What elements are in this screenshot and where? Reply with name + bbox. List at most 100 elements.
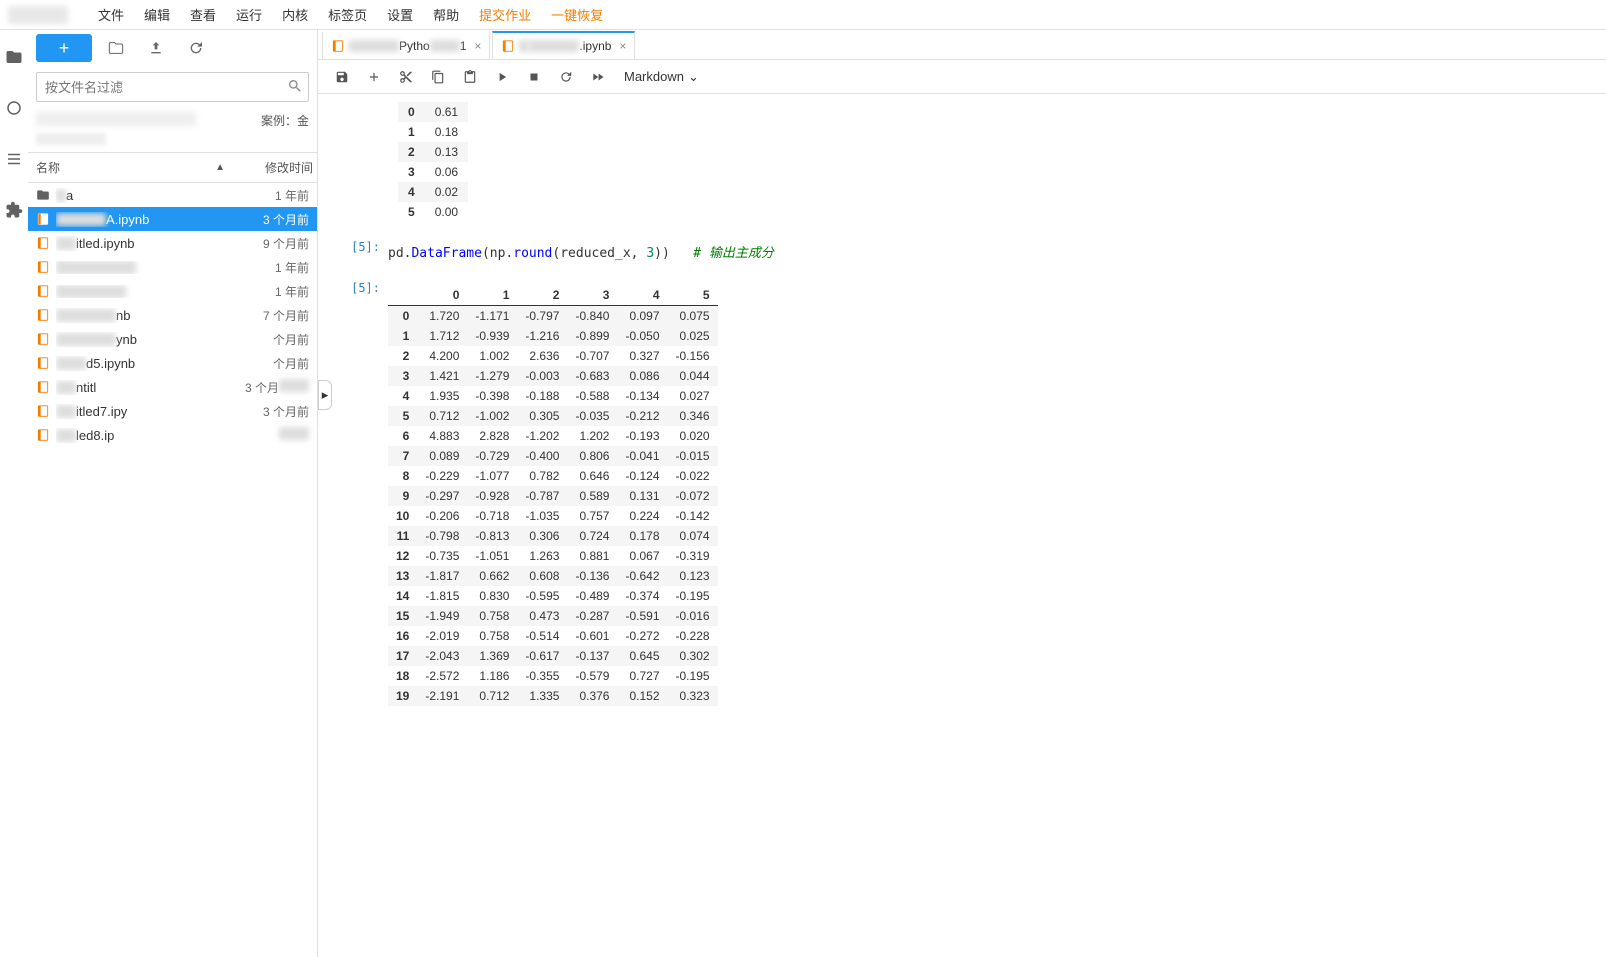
file-name: a	[56, 188, 239, 203]
add-cell-icon[interactable]	[360, 63, 388, 91]
file-row[interactable]: itled7.ipy3 个月前	[28, 399, 317, 423]
save-icon[interactable]	[328, 63, 356, 91]
circle-icon[interactable]	[5, 99, 23, 120]
notebook-icon	[36, 380, 56, 394]
file-name: d5.ipynb	[56, 356, 239, 371]
col-name[interactable]: 名称	[36, 159, 60, 176]
notebook-panel[interactable]: 00.6110.1820.1330.0640.0250.00 [5]: pd.D…	[318, 94, 1606, 957]
menu-设置[interactable]: 设置	[377, 8, 423, 23]
output-prompt: [5]:	[338, 281, 388, 706]
notebook-icon	[331, 39, 345, 53]
folder-icon	[36, 188, 56, 202]
sidebar-collapse-handle[interactable]: ▸	[318, 380, 332, 410]
file-name	[56, 285, 239, 298]
menu-文件[interactable]: 文件	[88, 8, 134, 23]
notebook-icon	[36, 236, 56, 250]
file-row[interactable]: ynb个月前	[28, 327, 317, 351]
output-small-table: 00.6110.1820.1330.0640.0250.00	[398, 102, 468, 222]
col-modified[interactable]: 修改时间	[265, 161, 313, 175]
menu-内核[interactable]: 内核	[272, 8, 318, 23]
upload-icon[interactable]	[140, 34, 172, 62]
extension-icon[interactable]	[5, 201, 23, 222]
file-modified: 3 个月	[239, 379, 309, 396]
stop-icon[interactable]	[520, 63, 548, 91]
paste-icon[interactable]	[456, 63, 484, 91]
search-icon[interactable]	[287, 78, 303, 97]
file-row[interactable]: nb7 个月前	[28, 303, 317, 327]
file-modified	[239, 427, 309, 443]
file-row[interactable]: 1 年前	[28, 279, 317, 303]
code-cell[interactable]: pd.DataFrame(np.round(reduced_x, 3)) # 输…	[388, 240, 774, 263]
file-row[interactable]: d5.ipynb个月前	[28, 351, 317, 375]
new-launcher-button[interactable]: +	[36, 34, 92, 62]
file-name: led8.ip	[56, 428, 239, 443]
file-modified: 3 个月前	[239, 403, 309, 420]
new-folder-icon[interactable]	[100, 34, 132, 62]
run-icon[interactable]	[488, 63, 516, 91]
notebook-icon	[36, 284, 56, 298]
search-input[interactable]	[36, 72, 309, 102]
tab[interactable]: .ipynb×	[492, 31, 635, 59]
file-modified: 7 个月前	[239, 307, 309, 324]
copy-icon[interactable]	[424, 63, 452, 91]
top-menu-bar: 文件编辑查看运行内核标签页设置帮助提交作业一键恢复	[0, 0, 1606, 30]
output-dataframe: 01234501.720-1.171-0.797-0.8400.0970.075…	[388, 285, 718, 706]
file-name	[56, 261, 239, 274]
activity-bar	[0, 30, 28, 957]
file-row[interactable]: itled.ipynb9 个月前	[28, 231, 317, 255]
notebook-icon	[36, 332, 56, 346]
notebook-toolbar: Markdown⌄	[318, 60, 1606, 94]
file-browser: + 案例：金 名称▲ 修改时间 a1 年前A.ipynb3 个月前itled.i…	[28, 30, 318, 957]
menu-编辑[interactable]: 编辑	[134, 8, 180, 23]
notebook-icon	[36, 260, 56, 274]
notebook-icon	[36, 212, 56, 226]
sort-arrow-icon[interactable]: ▲	[215, 162, 225, 173]
menu-帮助[interactable]: 帮助	[423, 8, 469, 23]
file-name: A.ipynb	[56, 212, 239, 227]
notebook-icon	[36, 428, 56, 442]
file-list-header: 名称 ▲ 修改时间	[28, 152, 317, 183]
cut-icon[interactable]	[392, 63, 420, 91]
tab[interactable]: Pytho1×	[322, 31, 490, 59]
file-name: nb	[56, 308, 239, 323]
file-name: ynb	[56, 332, 239, 347]
file-modified: 个月前	[239, 331, 309, 348]
file-modified: 1 年前	[239, 283, 309, 300]
logo	[8, 6, 68, 24]
menu-提交作业[interactable]: 提交作业	[469, 8, 541, 23]
notebook-icon	[501, 39, 515, 53]
breadcrumb: 案例：金	[28, 108, 317, 133]
tab-bar: Pytho1×.ipynb×	[318, 30, 1606, 60]
refresh-icon[interactable]	[180, 34, 212, 62]
folder-icon[interactable]	[5, 48, 23, 69]
main-area: Pytho1×.ipynb× Markdown⌄ 00.6110.1820.13…	[318, 30, 1606, 957]
notebook-icon	[36, 356, 56, 370]
menu-运行[interactable]: 运行	[226, 8, 272, 23]
menu-查看[interactable]: 查看	[180, 8, 226, 23]
fast-forward-icon[interactable]	[584, 63, 612, 91]
file-row[interactable]: led8.ip	[28, 423, 317, 447]
cell-type-select[interactable]: Markdown⌄	[624, 69, 699, 85]
close-icon[interactable]: ×	[619, 39, 626, 53]
file-name: itled7.ipy	[56, 404, 239, 419]
file-modified: 1 年前	[239, 259, 309, 276]
file-list: a1 年前A.ipynb3 个月前itled.ipynb9 个月前1 年前1 年…	[28, 183, 317, 957]
file-row[interactable]: ntitl3 个月	[28, 375, 317, 399]
file-modified: 1 年前	[239, 187, 309, 204]
restart-icon[interactable]	[552, 63, 580, 91]
file-name: itled.ipynb	[56, 236, 239, 251]
chevron-down-icon: ⌄	[688, 69, 699, 85]
file-row[interactable]: a1 年前	[28, 183, 317, 207]
menu-标签页[interactable]: 标签页	[318, 8, 377, 23]
close-icon[interactable]: ×	[474, 39, 481, 53]
notebook-icon	[36, 404, 56, 418]
list-icon[interactable]	[5, 150, 23, 171]
file-modified: 3 个月前	[239, 211, 309, 228]
file-modified: 9 个月前	[239, 235, 309, 252]
crumb-label: 案例：金	[261, 112, 309, 129]
file-name: ntitl	[56, 380, 239, 395]
menu-一键恢复[interactable]: 一键恢复	[541, 8, 613, 23]
file-row[interactable]: 1 年前	[28, 255, 317, 279]
input-prompt: [5]:	[338, 240, 388, 263]
file-row[interactable]: A.ipynb3 个月前	[28, 207, 317, 231]
